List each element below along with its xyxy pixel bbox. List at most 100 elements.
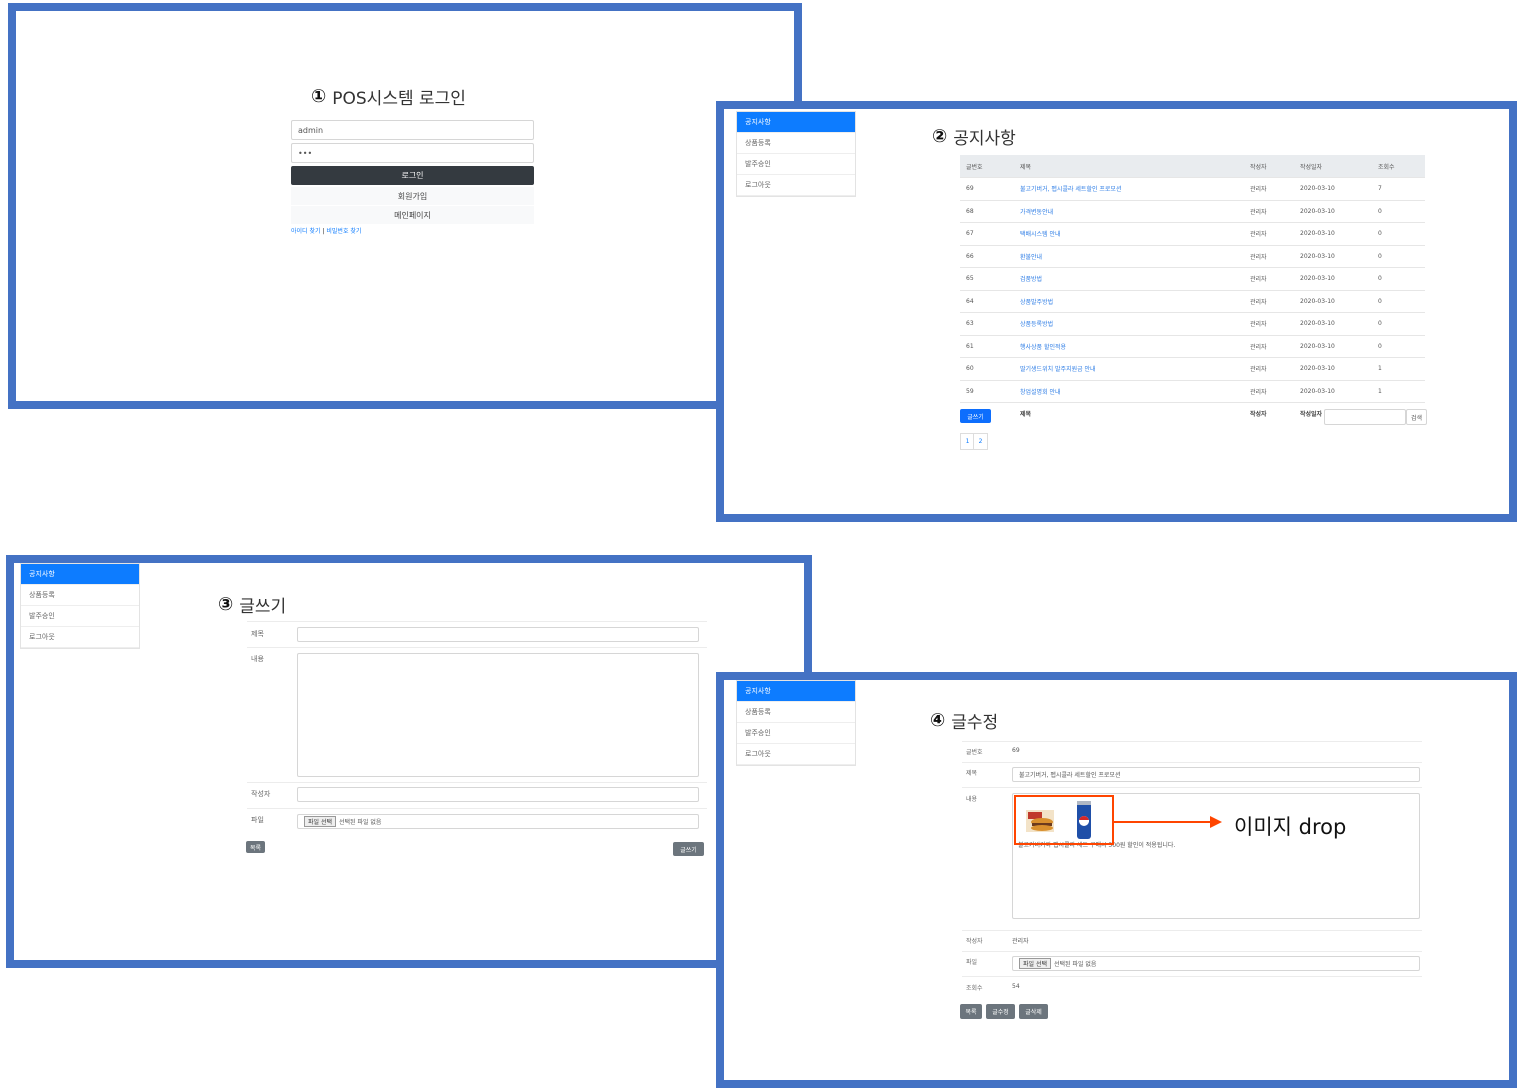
content-label: 내용 — [966, 796, 978, 803]
table-row[interactable]: 66 환불안내 관리자 2020-03-10 0 — [960, 244, 1425, 268]
title-label: 제목 — [966, 770, 978, 777]
drop-arrow — [1114, 814, 1224, 828]
edit-button[interactable]: 글수정 — [986, 1004, 1015, 1019]
table-row[interactable]: 68 가격변동안내 관리자 2020-03-10 0 — [960, 199, 1425, 223]
title-field[interactable]: 불고기버거, 펩시콜라 세트할인 프로모션 — [1012, 767, 1420, 782]
sidebar-item-notice[interactable]: 공지사항 — [737, 681, 855, 702]
table-row[interactable]: 63 상품등록방법 관리자 2020-03-10 0 — [960, 312, 1425, 335]
cell-no: 60 — [960, 357, 1014, 380]
cell-no: 63 — [960, 312, 1014, 335]
cell-views: 0 — [1372, 244, 1425, 268]
search-button[interactable]: 검색 — [1406, 409, 1427, 425]
cell-title-link[interactable]: 불고기버거, 펩시콜라 세트할인 프로모션 — [1014, 177, 1244, 200]
file-label: 파일 — [966, 959, 978, 966]
cell-title-link[interactable]: 검품방법 — [1014, 267, 1244, 290]
table-header: 글번호 제목 작성자 작성일자 조회수 — [960, 155, 1425, 178]
write-panel: 공지사항 상품등록 발주승인 로그아웃 ③ 글쓰기 제목 내용 작성자 파일 파… — [6, 555, 812, 968]
cell-views: 7 — [1372, 177, 1425, 200]
no-value: 69 — [1012, 747, 1020, 754]
content-textarea[interactable] — [297, 653, 699, 777]
submit-button[interactable]: 글쓰기 — [673, 842, 704, 856]
cell-title-link[interactable]: 환불안내 — [1014, 244, 1244, 268]
username-input[interactable]: admin — [291, 120, 534, 140]
search-input[interactable] — [1324, 409, 1406, 425]
views-label: 조회수 — [966, 985, 983, 992]
login-button[interactable]: 로그인 — [291, 166, 534, 185]
cell-views: 0 — [1372, 199, 1425, 223]
sidebar-item-product[interactable]: 상품등록 — [21, 585, 139, 606]
title-field[interactable] — [297, 627, 699, 642]
find-links: 아이디 찾기 | 비밀번호 찾기 — [291, 226, 361, 235]
table-row[interactable]: 64 상품발주방법 관리자 2020-03-10 0 — [960, 289, 1425, 313]
cell-author: 관리자 — [1244, 222, 1294, 245]
file-input[interactable]: 파일 선택 선택된 파일 없음 — [297, 814, 699, 829]
sidebar-item-logout[interactable]: 로그아웃 — [21, 627, 139, 648]
title-label: 제목 — [251, 630, 264, 638]
list-button[interactable]: 목록 — [960, 1004, 982, 1019]
divider — [962, 976, 1422, 977]
cell-date: 2020-03-10 — [1294, 289, 1372, 313]
cell-date: 2020-03-10 — [1294, 267, 1372, 290]
sidebar-item-product[interactable]: 상품등록 — [737, 702, 855, 723]
author-field[interactable] — [297, 787, 699, 802]
divider — [962, 951, 1422, 952]
col-views: 조회수 — [1372, 155, 1425, 178]
author-value: 관리자 — [1012, 938, 1029, 945]
table-row[interactable]: 59 창업설명회 안내 관리자 2020-03-10 1 — [960, 379, 1425, 403]
step-number: ② — [932, 126, 948, 147]
cell-title-link[interactable]: 창업설명회 안내 — [1014, 379, 1244, 403]
page-2[interactable]: 2 — [973, 433, 988, 450]
cell-title-link[interactable]: 행사상품 할인적용 — [1014, 334, 1244, 358]
file-select-button[interactable]: 파일 선택 — [1019, 958, 1051, 969]
cell-date: 2020-03-10 — [1294, 357, 1372, 380]
image-drop-highlight — [1014, 795, 1114, 845]
cell-author: 관리자 — [1244, 289, 1294, 313]
sidebar: 공지사항 상품등록 발주승인 로그아웃 — [736, 680, 856, 766]
sidebar-item-logout[interactable]: 로그아웃 — [737, 744, 855, 765]
find-password-link[interactable]: 비밀번호 찾기 — [326, 228, 361, 235]
sidebar-item-order[interactable]: 발주승인 — [737, 154, 855, 175]
signup-button[interactable]: 회원가입 — [291, 187, 534, 205]
author-label: 작성자 — [251, 790, 271, 798]
file-select-button[interactable]: 파일 선택 — [304, 816, 336, 827]
cell-title-link[interactable]: 상품발주방법 — [1014, 289, 1244, 313]
sidebar-item-notice[interactable]: 공지사항 — [737, 112, 855, 133]
divider — [962, 762, 1422, 763]
write-button[interactable]: 글쓰기 — [960, 409, 991, 423]
cell-no: 68 — [960, 199, 1014, 223]
delete-button[interactable]: 글삭제 — [1019, 1004, 1048, 1019]
cell-author: 관리자 — [1244, 312, 1294, 335]
cell-author: 관리자 — [1244, 267, 1294, 290]
cell-author: 관리자 — [1244, 334, 1294, 358]
step-number: ① — [311, 86, 327, 107]
table-row[interactable]: 61 행사상품 할인적용 관리자 2020-03-10 0 — [960, 334, 1425, 358]
cell-no: 64 — [960, 289, 1014, 313]
table-row[interactable]: 60 딸기생드위치 발주지원금 안내 관리자 2020-03-10 1 — [960, 357, 1425, 380]
cell-views: 0 — [1372, 334, 1425, 358]
main-page-button[interactable]: 메인페이지 — [291, 206, 534, 224]
table-row[interactable]: 65 검품방법 관리자 2020-03-10 0 — [960, 267, 1425, 290]
password-input[interactable]: ••• — [291, 143, 534, 163]
divider — [962, 787, 1422, 788]
sidebar-item-order[interactable]: 발주승인 — [737, 723, 855, 744]
file-status: 선택된 파일 없음 — [339, 819, 382, 826]
cell-author: 관리자 — [1244, 177, 1294, 200]
cell-date: 2020-03-10 — [1294, 244, 1372, 268]
cell-title-link[interactable]: 딸기생드위치 발주지원금 안내 — [1014, 357, 1244, 380]
cell-no: 59 — [960, 379, 1014, 403]
sidebar-item-logout[interactable]: 로그아웃 — [737, 175, 855, 196]
sidebar-item-order[interactable]: 발주승인 — [21, 606, 139, 627]
table-row[interactable]: 69 불고기버거, 펩시콜라 세트할인 프로모션 관리자 2020-03-10 7 — [960, 177, 1425, 200]
divider — [247, 647, 707, 648]
cell-title-link[interactable]: 택배시스템 안내 — [1014, 222, 1244, 245]
cell-title-link[interactable]: 가격변동안내 — [1014, 199, 1244, 223]
list-button[interactable]: 목록 — [246, 841, 265, 853]
login-panel: ① POS시스템 로그인 admin ••• 로그인 회원가입 메인페이지 아이… — [8, 3, 802, 409]
file-input[interactable]: 파일 선택 선택된 파일 없음 — [1012, 956, 1420, 971]
find-id-link[interactable]: 아이디 찾기 — [291, 228, 321, 235]
sidebar-item-notice[interactable]: 공지사항 — [21, 564, 139, 585]
table-row[interactable]: 67 택배시스템 안내 관리자 2020-03-10 0 — [960, 222, 1425, 245]
sidebar-item-product[interactable]: 상품등록 — [737, 133, 855, 154]
col-date: 작성일자 — [1294, 155, 1372, 178]
cell-title-link[interactable]: 상품등록방법 — [1014, 312, 1244, 335]
